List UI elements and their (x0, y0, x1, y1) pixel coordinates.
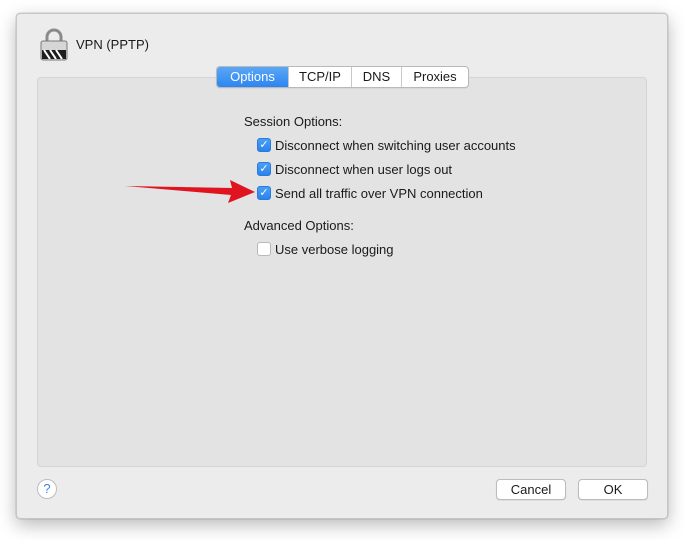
cancel-button[interactable]: Cancel (496, 479, 566, 500)
tab-tcp-ip[interactable]: TCP/IP (288, 67, 351, 87)
option-disconnect-logout[interactable]: ✓ Disconnect when user logs out (257, 161, 452, 177)
option-disconnect-switching[interactable]: ✓ Disconnect when switching user account… (257, 137, 516, 153)
ok-button[interactable]: OK (578, 479, 648, 500)
checkbox-verbose-logging[interactable] (257, 242, 271, 256)
tab-options[interactable]: Options (217, 67, 288, 87)
tab-bar: Options TCP/IP DNS Proxies (216, 66, 469, 88)
checkbox-send-all-traffic[interactable]: ✓ (257, 186, 271, 200)
advanced-options-heading: Advanced Options: (244, 218, 354, 233)
tab-dns[interactable]: DNS (351, 67, 401, 87)
lock-icon (40, 28, 68, 61)
options-pane (37, 77, 647, 467)
option-label: Send all traffic over VPN connection (275, 185, 483, 201)
tab-proxies[interactable]: Proxies (401, 67, 468, 87)
option-label: Disconnect when user logs out (275, 161, 453, 177)
checkbox-disconnect-switching[interactable]: ✓ (257, 138, 271, 152)
help-button[interactable]: ? (37, 479, 57, 499)
option-label: Use verbose logging (275, 241, 394, 257)
red-arrow-annotation (125, 180, 255, 203)
option-verbose-logging[interactable]: Use verbose logging (257, 241, 394, 257)
option-send-all-traffic[interactable]: ✓ Send all traffic over VPN connection (257, 185, 483, 201)
option-label: Disconnect when switching user accounts (275, 137, 516, 153)
checkbox-disconnect-logout[interactable]: ✓ (257, 162, 271, 176)
dialog-title: VPN (PPTP) (76, 37, 149, 52)
session-options-heading: Session Options: (244, 114, 343, 129)
